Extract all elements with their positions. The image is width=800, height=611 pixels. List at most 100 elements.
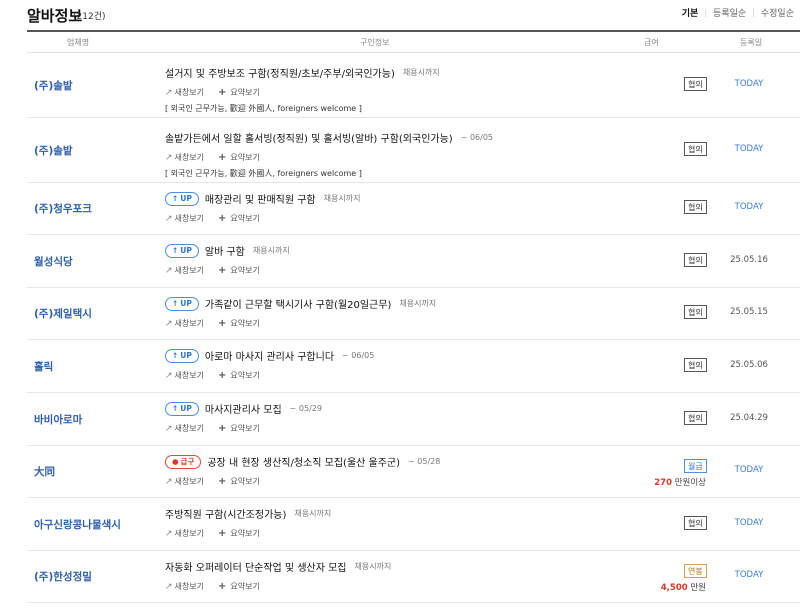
new-window-button[interactable]: ↗ 새창보기 (165, 423, 204, 434)
list-header: 알바정보 (212건) 기본 | 등록일순 | 수정일순 (0, 0, 800, 30)
job-title[interactable]: 솔밭가든에서 일할 홀서빙(정직원) 및 홀서빙(알바) 구함(외국인가능) (165, 130, 453, 145)
row-actions: ↗ 새창보기 + 요약보기 (165, 213, 274, 224)
job-title[interactable]: 공장 내 현장 생산직/청소직 모집(울산 울주군) (207, 454, 400, 469)
table-row: (주)제일택시 ↑ UP 가족같이 근무할 택시기사 구함(월20일근무) 채용시… (27, 288, 800, 340)
pay-value: 4,500 (660, 583, 688, 593)
up-arrow-icon: ↑ (172, 194, 179, 203)
company-name[interactable]: 바비아로마 (34, 412, 82, 427)
external-link-icon: ↗ (165, 370, 173, 381)
new-window-label: 새창보기 (174, 582, 204, 591)
job-title-line: ↑ UP 아로마 마사지 관리사 구합니다 ~ 06/05 (165, 348, 374, 363)
company-name[interactable]: (주)솔밭 (34, 143, 73, 158)
row-actions: ↗ 새창보기 + 요약보기 (165, 423, 274, 434)
job-title[interactable]: 매장관리 및 판매직원 구함 (205, 191, 316, 206)
pay-type-badge: 협의 (684, 516, 707, 530)
company-name[interactable]: (주)제일택시 (34, 306, 92, 321)
foreigner-note: [ 외국인 근무가능, 歡迎 外國人, foreigners welcome ] (165, 104, 362, 113)
sort-modified[interactable]: 수정일순 (755, 6, 800, 19)
summary-button[interactable]: + 요약보기 (218, 476, 260, 487)
job-title[interactable]: 가족같이 근무할 택시기사 구함(월20일근무) (205, 296, 391, 311)
summary-label: 요약보기 (230, 266, 260, 275)
badge-label: UP (180, 246, 192, 255)
sort-registered[interactable]: 등록일순 (707, 6, 752, 19)
summary-button[interactable]: + 요약보기 (218, 265, 260, 276)
new-window-button[interactable]: ↗ 새창보기 (165, 265, 204, 276)
pay-type-badge: 협의 (684, 411, 707, 425)
registered-date: TODAY (734, 202, 764, 212)
new-window-button[interactable]: ↗ 새창보기 (165, 370, 204, 381)
company-name[interactable]: (주)청우포크 (34, 201, 92, 216)
new-window-label: 새창보기 (174, 319, 204, 328)
deadline-note: ~ 06/05 (342, 351, 375, 360)
pay-unit: 만원 (690, 583, 706, 593)
up-badge: ↑ UP (165, 243, 199, 258)
badge-label: UP (180, 194, 192, 203)
summary-label: 요약보기 (230, 582, 260, 591)
deadline-note: 채용시까지 (399, 299, 437, 308)
row-actions: ↗ 새창보기 + 요약보기 (165, 152, 274, 163)
new-window-label: 새창보기 (174, 153, 204, 162)
summary-button[interactable]: + 요약보기 (218, 87, 260, 98)
summary-button[interactable]: + 요약보기 (218, 152, 260, 163)
up-badge: ↑ UP (165, 296, 199, 311)
summary-button[interactable]: + 요약보기 (218, 581, 260, 592)
company-name[interactable]: 월성식당 (34, 254, 73, 269)
new-window-button[interactable]: ↗ 새창보기 (165, 581, 204, 592)
new-window-button[interactable]: ↗ 새창보기 (165, 318, 204, 329)
summary-label: 요약보기 (230, 214, 260, 223)
new-window-button[interactable]: ↗ 새창보기 (165, 152, 204, 163)
up-arrow-icon: ↑ (172, 404, 179, 413)
job-title-line: ↑ UP 알바 구함 채용시까지 (165, 243, 290, 258)
table-row: (주)솔밭 설거지 및 주방보조 구함(정직원/초보/주부/외국인가능) 채용시… (27, 53, 800, 118)
company-name[interactable]: 大同 (34, 464, 55, 479)
summary-button[interactable]: + 요약보기 (218, 213, 260, 224)
pay-amount: 4,500 만원 (661, 581, 706, 593)
job-title[interactable]: 주방직원 구함(시간조정가능) (165, 506, 286, 521)
table-row: 홀릭 ↑ UP 아로마 마사지 관리사 구합니다 ~ 06/05 ↗ 새창보기 + 요… (27, 340, 800, 393)
deadline-note: 채용시까지 (252, 246, 290, 255)
summary-label: 요약보기 (230, 88, 260, 97)
new-window-label: 새창보기 (174, 88, 204, 97)
plus-icon: + (218, 581, 227, 592)
registered-date: TODAY (734, 79, 764, 89)
summary-button[interactable]: + 요약보기 (218, 318, 260, 329)
job-title[interactable]: 아로마 마사지 관리사 구합니다 (205, 348, 334, 363)
sort-default[interactable]: 기본 (676, 6, 705, 19)
new-window-button[interactable]: ↗ 새창보기 (165, 476, 204, 487)
summary-label: 요약보기 (230, 153, 260, 162)
foreigner-note: [ 외국인 근무가능, 歡迎 外國人, foreigners welcome ] (165, 169, 362, 178)
job-title[interactable]: 설거지 및 주방보조 구함(정직원/초보/주부/외국인가능) (165, 65, 395, 80)
new-window-label: 새창보기 (174, 477, 204, 486)
new-window-button[interactable]: ↗ 새창보기 (165, 528, 204, 539)
column-pay: 급여 (644, 38, 659, 47)
pay-value: 270 (654, 478, 673, 488)
column-info: 구인정보 (360, 38, 390, 47)
company-name[interactable]: 홀릭 (34, 359, 53, 374)
company-name[interactable]: (주)한성정밀 (34, 569, 92, 584)
registered-date: 25.05.16 (730, 255, 768, 265)
plus-icon: + (218, 265, 227, 276)
deadline-note: ~ 05/29 (289, 404, 322, 413)
registered-date: TODAY (734, 465, 764, 475)
pay-type-badge: 협의 (684, 77, 707, 91)
table-row: (주)솔밭 솔밭가든에서 일할 홀서빙(정직원) 및 홀서빙(알바) 구함(외국… (27, 118, 800, 183)
new-window-label: 새창보기 (174, 266, 204, 275)
summary-button[interactable]: + 요약보기 (218, 423, 260, 434)
row-actions: ↗ 새창보기 + 요약보기 (165, 318, 274, 329)
pay-type-badge: 협의 (684, 142, 707, 156)
job-title[interactable]: 알바 구함 (205, 243, 245, 258)
company-name[interactable]: 아구신랑콩나물색시 (34, 517, 121, 532)
company-name[interactable]: (주)솔밭 (34, 78, 73, 93)
job-title-line: ↑ UP 매장관리 및 판매직원 구함 채용시까지 (165, 191, 360, 206)
new-window-button[interactable]: ↗ 새창보기 (165, 213, 204, 224)
job-title[interactable]: 마사지관리사 모집 (205, 401, 282, 416)
summary-button[interactable]: + 요약보기 (218, 370, 260, 381)
new-window-button[interactable]: ↗ 새창보기 (165, 87, 204, 98)
table-row: (주)청우포크 ↑ UP 매장관리 및 판매직원 구함 채용시까지 ↗ 새창보기 +… (27, 183, 800, 235)
external-link-icon: ↗ (165, 265, 173, 276)
row-actions: ↗ 새창보기 + 요약보기 (165, 528, 274, 539)
summary-button[interactable]: + 요약보기 (218, 528, 260, 539)
badge-label: UP (180, 404, 192, 413)
table-header: 업체명 구인정보 급여 등록일 (27, 30, 800, 53)
job-title[interactable]: 자동화 오퍼레이터 단순작업 및 생산자 모집 (165, 559, 347, 574)
